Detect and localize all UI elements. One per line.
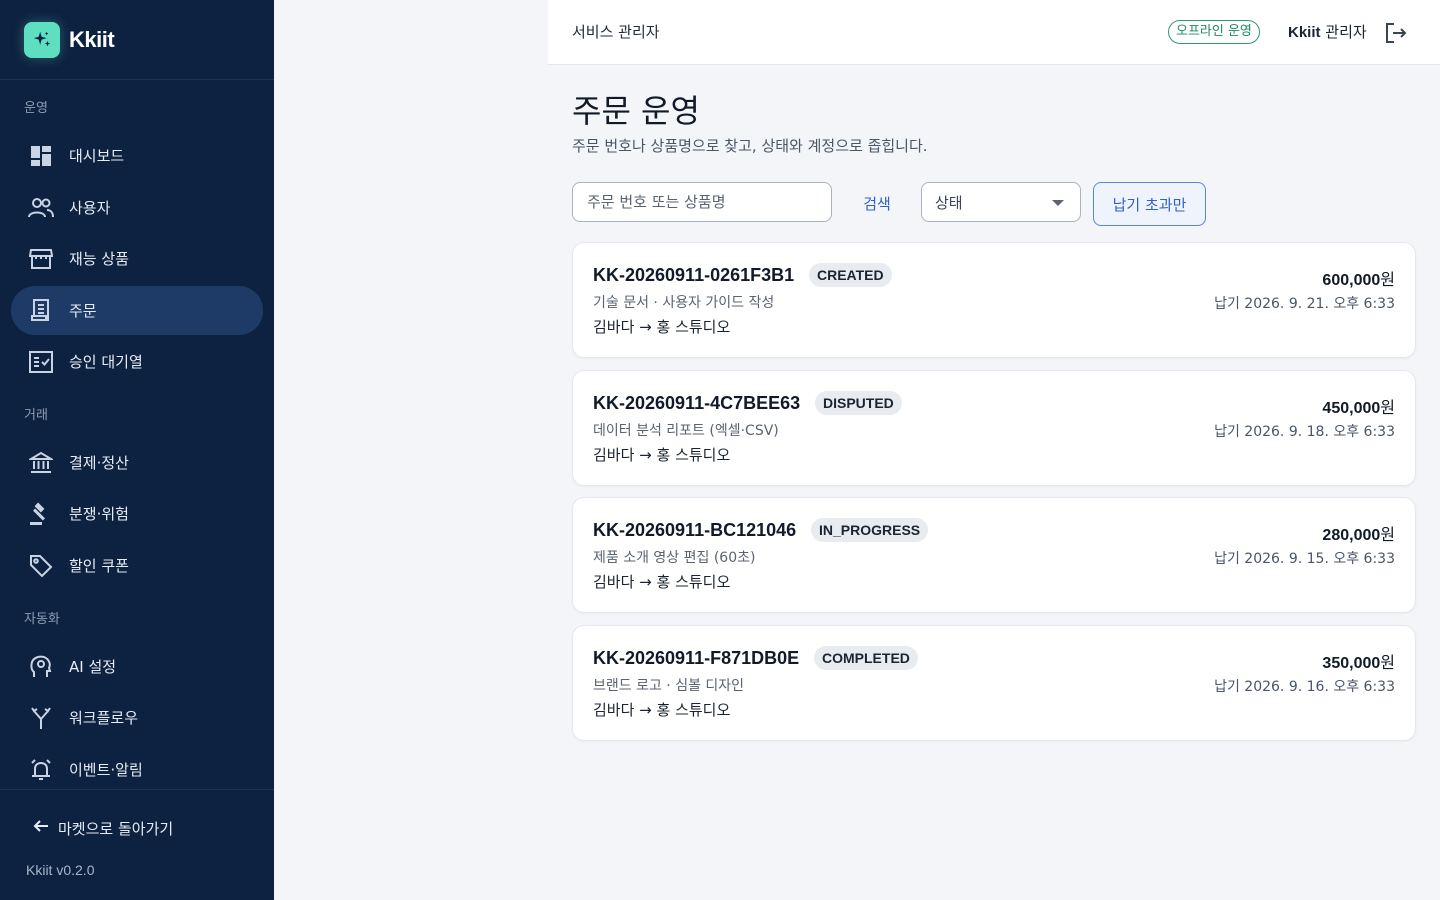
ai-brain-icon	[28, 654, 54, 680]
sidebar-item-label: 재능 상품	[69, 250, 129, 268]
page-subtitle: 주문 번호나 상품명으로 찾고, 상태와 계정으로 좁힙니다.	[572, 137, 928, 155]
search-input[interactable]	[572, 182, 832, 222]
sidebar-item-workflow[interactable]: 워크플로우	[11, 693, 263, 742]
order-id: KK-20260911-F871DB0E	[593, 648, 800, 668]
gavel-icon	[28, 501, 54, 527]
currency: 원	[1380, 270, 1395, 289]
order-id: KK-20260911-4C7BEE63	[593, 393, 801, 413]
sidebar-item-orders[interactable]: 주문	[11, 286, 263, 335]
back-to-market-link[interactable]: 마켓으로 돌아가기	[32, 817, 173, 839]
dashboard-icon	[28, 143, 54, 169]
sidebar-item-label: 대시보드	[69, 147, 125, 165]
sidebar-item-label: 할인 쿠폰	[69, 557, 129, 575]
bank-icon	[28, 450, 54, 476]
order-card[interactable]: KK-20260911-F871DB0E COMPLETED 브랜드 로고 · …	[572, 625, 1416, 741]
order-card[interactable]: KK-20260911-4C7BEE63 DISPUTED 데이터 분석 리포트…	[572, 370, 1416, 486]
sidebar-item-disputes[interactable]: 분쟁·위험	[11, 489, 263, 538]
amount-value: 280,000	[1322, 527, 1381, 544]
topbar: 서비스 관리자 오프라인 운영 Kkiit 관리자	[548, 0, 1440, 65]
sidebar-item-approval-queue[interactable]: 승인 대기열	[11, 337, 263, 386]
sidebar-footer: 마켓으로 돌아가기 Kkiit v0.2.0	[0, 789, 274, 900]
order-id: KK-20260911-0261F3B1	[593, 265, 795, 285]
sidebar-item-label: 결제·정산	[69, 454, 129, 472]
amount-value: 450,000	[1322, 400, 1381, 417]
order-due: 납기 2026. 9. 21. 오후 6:33	[1214, 296, 1395, 312]
nav-section-operations: 운영	[24, 101, 48, 116]
currency: 원	[1380, 653, 1395, 672]
sidebar-item-ai-settings[interactable]: AI 설정	[11, 642, 263, 691]
status-badge: CREATED	[809, 263, 892, 287]
store-icon	[28, 246, 54, 272]
order-card[interactable]: KK-20260911-0261F3B1 CREATED 기술 문서 · 사용자…	[572, 242, 1416, 358]
currency: 원	[1380, 525, 1395, 544]
sidebar-item-label: 워크플로우	[69, 709, 139, 727]
alarm-bell-icon	[28, 757, 54, 783]
status-select-value: 상태	[935, 193, 963, 212]
order-title: 제품 소개 영상 편집 (60초)	[593, 550, 756, 566]
status-badge: DISPUTED	[815, 391, 902, 415]
admin-brand: Kkiit	[1288, 24, 1321, 41]
sidebar-item-dashboard[interactable]: 대시보드	[11, 131, 263, 180]
sidebar-item-label: 주문	[69, 302, 97, 320]
search-button[interactable]: 검색	[848, 182, 906, 224]
receipt-icon	[28, 298, 54, 324]
admin-name: Kkiit 관리자	[1288, 21, 1367, 42]
tag-icon	[28, 553, 54, 579]
order-id: KK-20260911-BC121046	[593, 520, 797, 540]
order-title: 데이터 분석 리포트 (엑셀·CSV)	[593, 423, 779, 439]
users-icon	[28, 195, 54, 221]
order-title: 브랜드 로고 · 심볼 디자인	[593, 678, 745, 694]
order-parties: 김바다 → 홍 스튜디오	[593, 573, 731, 591]
status-badge: COMPLETED	[814, 646, 918, 670]
brand[interactable]: Kkiit	[0, 0, 274, 80]
sidebar-item-payments[interactable]: 결제·정산	[11, 438, 263, 487]
caret-down-icon	[1052, 200, 1064, 206]
order-card[interactable]: KK-20260911-BC121046 IN_PROGRESS 제품 소개 영…	[572, 497, 1416, 613]
order-due: 납기 2026. 9. 15. 오후 6:33	[1214, 551, 1395, 567]
checklist-icon	[28, 349, 54, 375]
sparkle-icon	[24, 21, 60, 58]
brand-name: Kkiit	[69, 26, 115, 52]
sidebar-item-label: 분쟁·위험	[69, 505, 129, 523]
offline-status-badge: 오프라인 운영	[1168, 20, 1260, 44]
order-amount: 600,000원	[1322, 266, 1395, 290]
page-title: 주문 운영	[572, 92, 700, 130]
app-version: Kkiit v0.2.0	[26, 862, 95, 878]
nav-section-automation: 자동화	[24, 612, 60, 627]
status-badge: IN_PROGRESS	[811, 518, 929, 542]
amount-value: 600,000	[1322, 272, 1381, 289]
sidebar: Kkiit 운영 대시보드 사용자 재능 상품 주문 승인 대기열 거래 결제·…	[0, 0, 274, 900]
sidebar-item-label: AI 설정	[69, 658, 117, 676]
arrow-left-icon	[32, 817, 50, 839]
nav-section-transactions: 거래	[24, 408, 48, 423]
logout-icon[interactable]	[1382, 19, 1410, 47]
amount-value: 350,000	[1322, 655, 1381, 672]
order-due: 납기 2026. 9. 18. 오후 6:33	[1214, 424, 1395, 440]
order-amount: 450,000원	[1322, 394, 1395, 418]
order-title: 기술 문서 · 사용자 가이드 작성	[593, 295, 775, 311]
admin-role: 관리자	[1325, 23, 1367, 41]
overdue-filter-button[interactable]: 납기 초과만	[1093, 182, 1206, 226]
workflow-icon	[28, 705, 54, 731]
order-parties: 김바다 → 홍 스튜디오	[593, 701, 731, 719]
sidebar-item-label: 사용자	[69, 199, 111, 217]
order-parties: 김바다 → 홍 스튜디오	[593, 318, 731, 336]
currency: 원	[1380, 398, 1395, 417]
order-due: 납기 2026. 9. 16. 오후 6:33	[1214, 679, 1395, 695]
sidebar-item-products[interactable]: 재능 상품	[11, 234, 263, 283]
sidebar-item-users[interactable]: 사용자	[11, 183, 263, 232]
order-amount: 350,000원	[1322, 649, 1395, 673]
sidebar-item-events[interactable]: 이벤트·알림	[11, 745, 263, 794]
sidebar-item-coupons[interactable]: 할인 쿠폰	[11, 541, 263, 590]
order-amount: 280,000원	[1322, 521, 1395, 545]
sidebar-item-label: 이벤트·알림	[69, 761, 143, 779]
order-parties: 김바다 → 홍 스튜디오	[593, 446, 731, 464]
sidebar-item-label: 승인 대기열	[69, 353, 143, 371]
back-to-market-label: 마켓으로 돌아가기	[58, 819, 174, 838]
status-select[interactable]: 상태	[921, 182, 1081, 222]
topbar-title: 서비스 관리자	[572, 23, 660, 41]
